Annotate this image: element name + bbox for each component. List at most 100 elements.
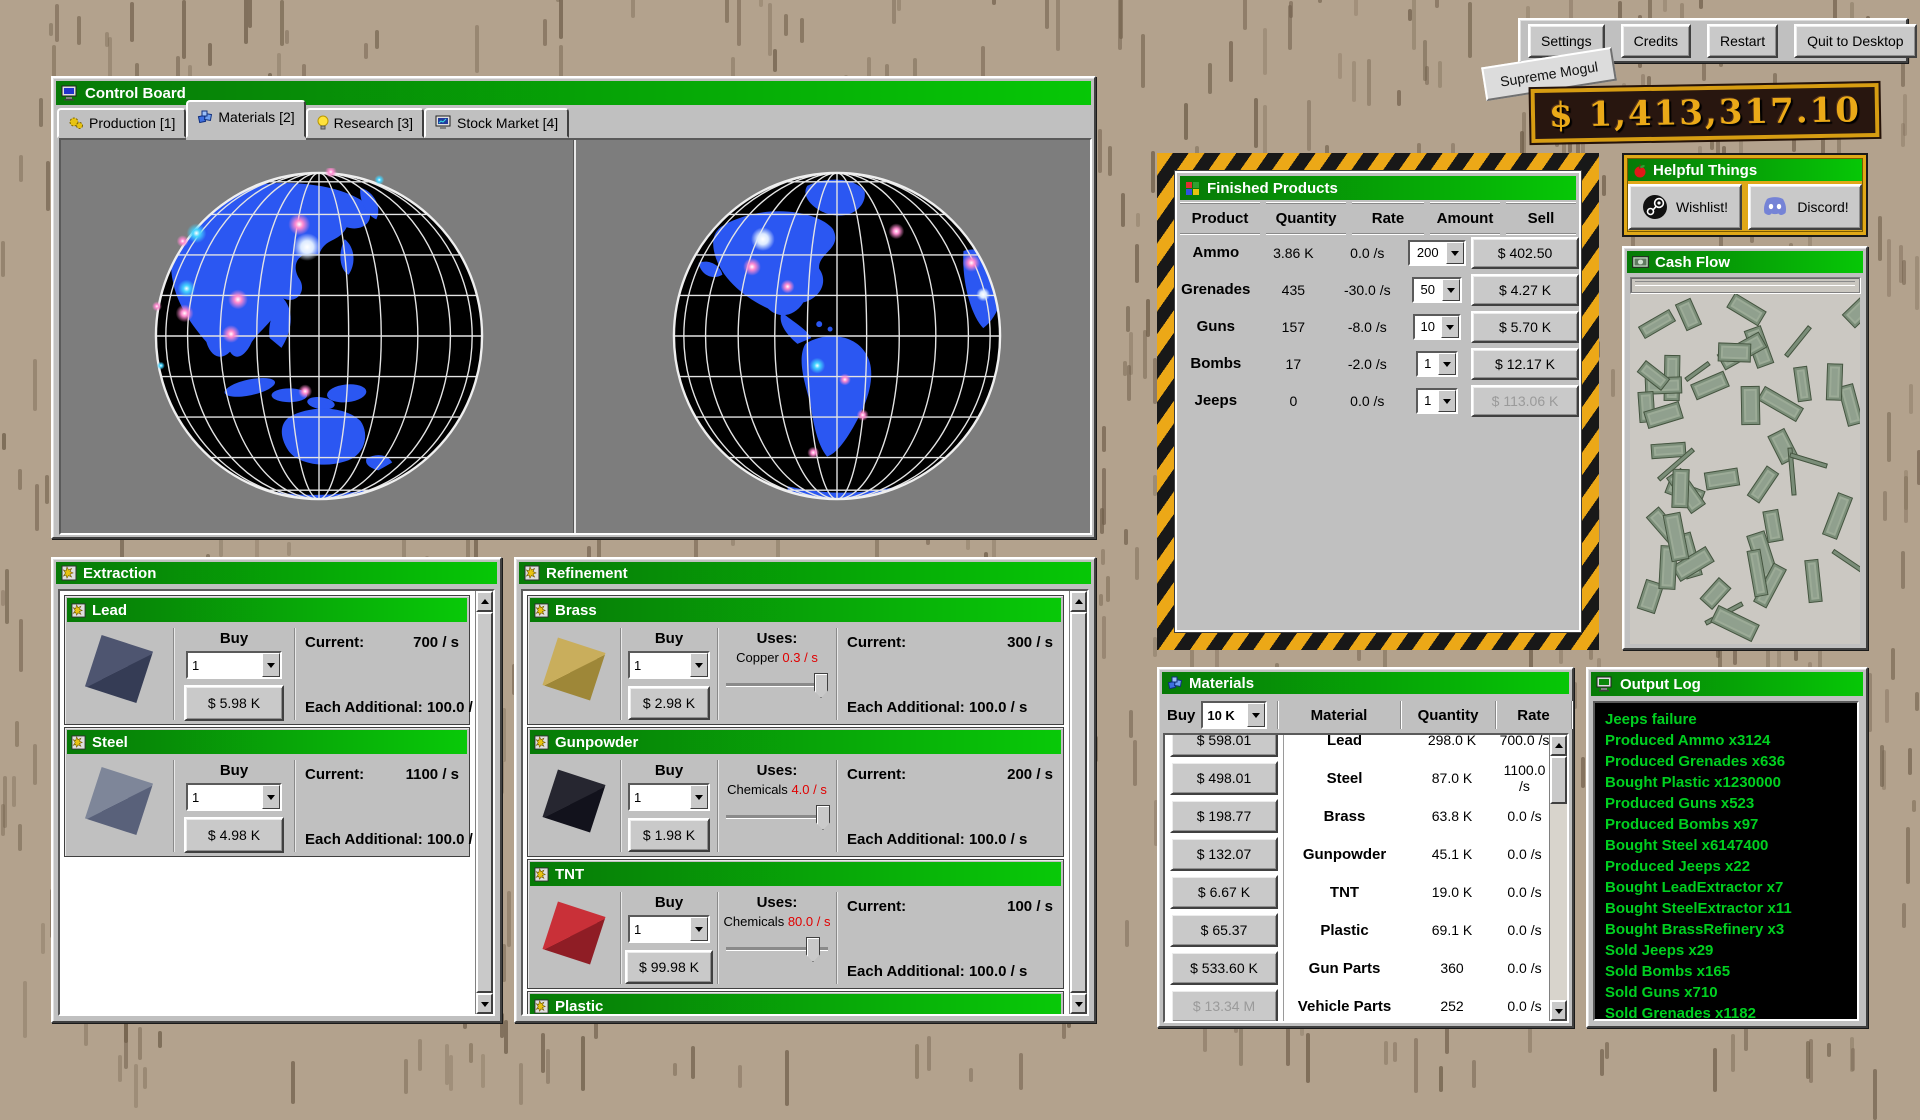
vehicle-parts-buy-price-button[interactable]: $ 13.34 M: [1170, 989, 1278, 1023]
chevron-down-icon[interactable]: [1438, 353, 1456, 375]
chevron-down-icon[interactable]: [1441, 316, 1459, 338]
scroll-down-icon[interactable]: [1550, 1000, 1567, 1021]
materials-list: $ 598.01 Lead 298.0 K 700.0 /s $ 498.01 …: [1163, 733, 1569, 1023]
chevron-down-icon[interactable]: [262, 653, 280, 677]
scrollbar-thumb[interactable]: [1070, 612, 1087, 993]
scroll-up-icon[interactable]: [476, 591, 493, 612]
discord-label: Discord!: [1797, 199, 1848, 215]
chevron-down-icon[interactable]: [690, 917, 708, 941]
material-name: TNT: [1283, 873, 1405, 911]
grenades-sell-button[interactable]: $ 4.27 K: [1471, 274, 1579, 306]
materials-scrollbar[interactable]: [1549, 735, 1567, 1021]
slider-handle[interactable]: [814, 673, 828, 698]
guns-sell-button[interactable]: $ 5.70 K: [1471, 311, 1579, 343]
ammo-sell-button[interactable]: $ 402.50: [1471, 237, 1579, 269]
machine-icon: [71, 735, 86, 750]
lead-buy-button[interactable]: $ 5.98 K: [184, 685, 284, 721]
chevron-down-icon[interactable]: [1438, 390, 1456, 412]
material-row-tnt: $ 6.67 K TNT 19.0 K 0.0 /s: [1165, 873, 1550, 911]
discord-button[interactable]: Discord!: [1748, 184, 1862, 230]
finished-products-inner: Finished Products Product Quantity Rate …: [1175, 171, 1581, 632]
brass-buy-button[interactable]: $ 2.98 K: [628, 686, 710, 720]
scroll-up-icon[interactable]: [1070, 591, 1087, 612]
dropdown-value: 1: [1418, 356, 1438, 371]
scroll-down-icon[interactable]: [1070, 993, 1087, 1014]
gun-parts-buy-price-button[interactable]: $ 533.60 K: [1170, 951, 1278, 985]
material-row-plastic: $ 65.37 Plastic 69.1 K 0.0 /s: [1165, 911, 1550, 949]
tab-stock-market[interactable]: Stock Market [4]: [424, 108, 569, 138]
dollar-bill-icon: [1632, 256, 1649, 268]
dropdown-value: 1: [630, 658, 690, 673]
brass-buy-price-button[interactable]: $ 198.77: [1170, 799, 1278, 833]
log-line: Produced Bombs x97: [1605, 814, 1857, 835]
tnt-uses-slider[interactable]: [726, 937, 828, 961]
chevron-down-icon[interactable]: [690, 653, 708, 677]
tnt-buy-amount-dropdown[interactable]: 1: [628, 915, 710, 943]
each-additional-label: Each Additional:: [847, 831, 965, 848]
steel-buy-amount-dropdown[interactable]: 1: [186, 783, 282, 811]
each-additional-label: Each Additional:: [847, 963, 965, 980]
refinement-titlebar: Refinement: [519, 562, 1091, 584]
tab-research[interactable]: Research [3]: [306, 108, 424, 138]
buy-label: Buy: [174, 630, 294, 647]
tnt-buy-button[interactable]: $ 99.98 K: [625, 950, 713, 984]
scroll-down-icon[interactable]: [476, 993, 493, 1014]
gunpowder-buy-price-button[interactable]: $ 132.07: [1170, 837, 1278, 871]
helpful-things-panel: Helpful Things Wishlist! Discord!: [1622, 153, 1868, 237]
brass-buy-amount-dropdown[interactable]: 1: [628, 651, 710, 679]
jeeps-sell-button[interactable]: $ 113.06 K: [1471, 385, 1579, 417]
material-rate: 0.0 /s: [1499, 846, 1550, 862]
ammo-amount-dropdown[interactable]: 200: [1408, 240, 1466, 266]
gunpowder-uses-slider[interactable]: [726, 805, 828, 829]
wishlist-button[interactable]: Wishlist!: [1628, 184, 1742, 230]
product-row-jeeps: Jeeps 0 0.0 /s 1 $ 113.06 K: [1177, 382, 1579, 419]
grenades-amount-dropdown[interactable]: 50: [1412, 277, 1462, 303]
current-value: 300 / s: [1007, 634, 1053, 651]
refinement-scrollbar[interactable]: [1069, 591, 1087, 1014]
scroll-up-icon[interactable]: [1550, 735, 1567, 756]
scrollbar-thumb[interactable]: [1550, 756, 1567, 804]
bombs-sell-button[interactable]: $ 12.17 K: [1471, 348, 1579, 380]
chevron-down-icon[interactable]: [690, 785, 708, 809]
plastic-buy-price-button[interactable]: $ 65.37: [1170, 913, 1278, 947]
extraction-scrollbar[interactable]: [475, 591, 493, 1014]
chevron-down-icon[interactable]: [1247, 703, 1265, 727]
log-line: Sold Jeeps x29: [1605, 940, 1857, 961]
current-label: Current:: [847, 766, 906, 783]
guns-amount-dropdown[interactable]: 10: [1413, 314, 1461, 340]
finished-products-panel: Finished Products Product Quantity Rate …: [1157, 153, 1599, 650]
gunpowder-buy-button[interactable]: $ 1.98 K: [628, 818, 710, 852]
scrollbar-thumb[interactable]: [476, 612, 493, 993]
chevron-down-icon[interactable]: [262, 785, 280, 809]
material-name: Gunpowder: [1283, 835, 1405, 873]
material-rate: 0.0 /s: [1499, 808, 1550, 824]
material-row-gun-parts: $ 533.60 K Gun Parts 360 0.0 /s: [1165, 949, 1550, 987]
column-sell: Sell: [1506, 203, 1576, 234]
gunpowder-buy-amount-dropdown[interactable]: 1: [628, 783, 710, 811]
current-label: Current:: [305, 766, 364, 783]
steel-buy-price-button[interactable]: $ 498.01: [1170, 761, 1278, 795]
credits-button[interactable]: Credits: [1621, 24, 1691, 58]
material-name: Lead: [1283, 733, 1405, 759]
cash-flow-titlebar: Cash Flow: [1627, 251, 1863, 273]
chevron-down-icon[interactable]: [1446, 242, 1464, 264]
restart-button[interactable]: Restart: [1707, 24, 1778, 58]
brass-uses-slider[interactable]: [726, 673, 828, 697]
slider-handle[interactable]: [806, 937, 820, 962]
steel-buy-button[interactable]: $ 4.98 K: [184, 817, 284, 853]
lead-buy-amount-dropdown[interactable]: 1: [186, 651, 282, 679]
bombs-amount-dropdown[interactable]: 1: [1416, 351, 1458, 377]
material-rate: 700.0 /s: [1499, 733, 1550, 748]
chevron-down-icon[interactable]: [1442, 279, 1460, 301]
tab-materials[interactable]: Materials [2]: [186, 100, 305, 138]
quit-to-desktop-button[interactable]: Quit to Desktop: [1794, 24, 1917, 58]
tnt-buy-price-button[interactable]: $ 6.67 K: [1170, 875, 1278, 909]
material-rate: 0.0 /s: [1499, 998, 1550, 1014]
tab-production[interactable]: Production [1]: [57, 108, 186, 138]
uses-material: Chemicals: [724, 914, 785, 929]
materials-buy-amount-dropdown[interactable]: 10 K: [1201, 701, 1267, 729]
lead-buy-price-button[interactable]: $ 598.01: [1170, 733, 1278, 757]
slider-handle[interactable]: [816, 805, 830, 830]
jeeps-amount-dropdown[interactable]: 1: [1416, 388, 1458, 414]
dropdown-value: 10: [1415, 319, 1441, 334]
